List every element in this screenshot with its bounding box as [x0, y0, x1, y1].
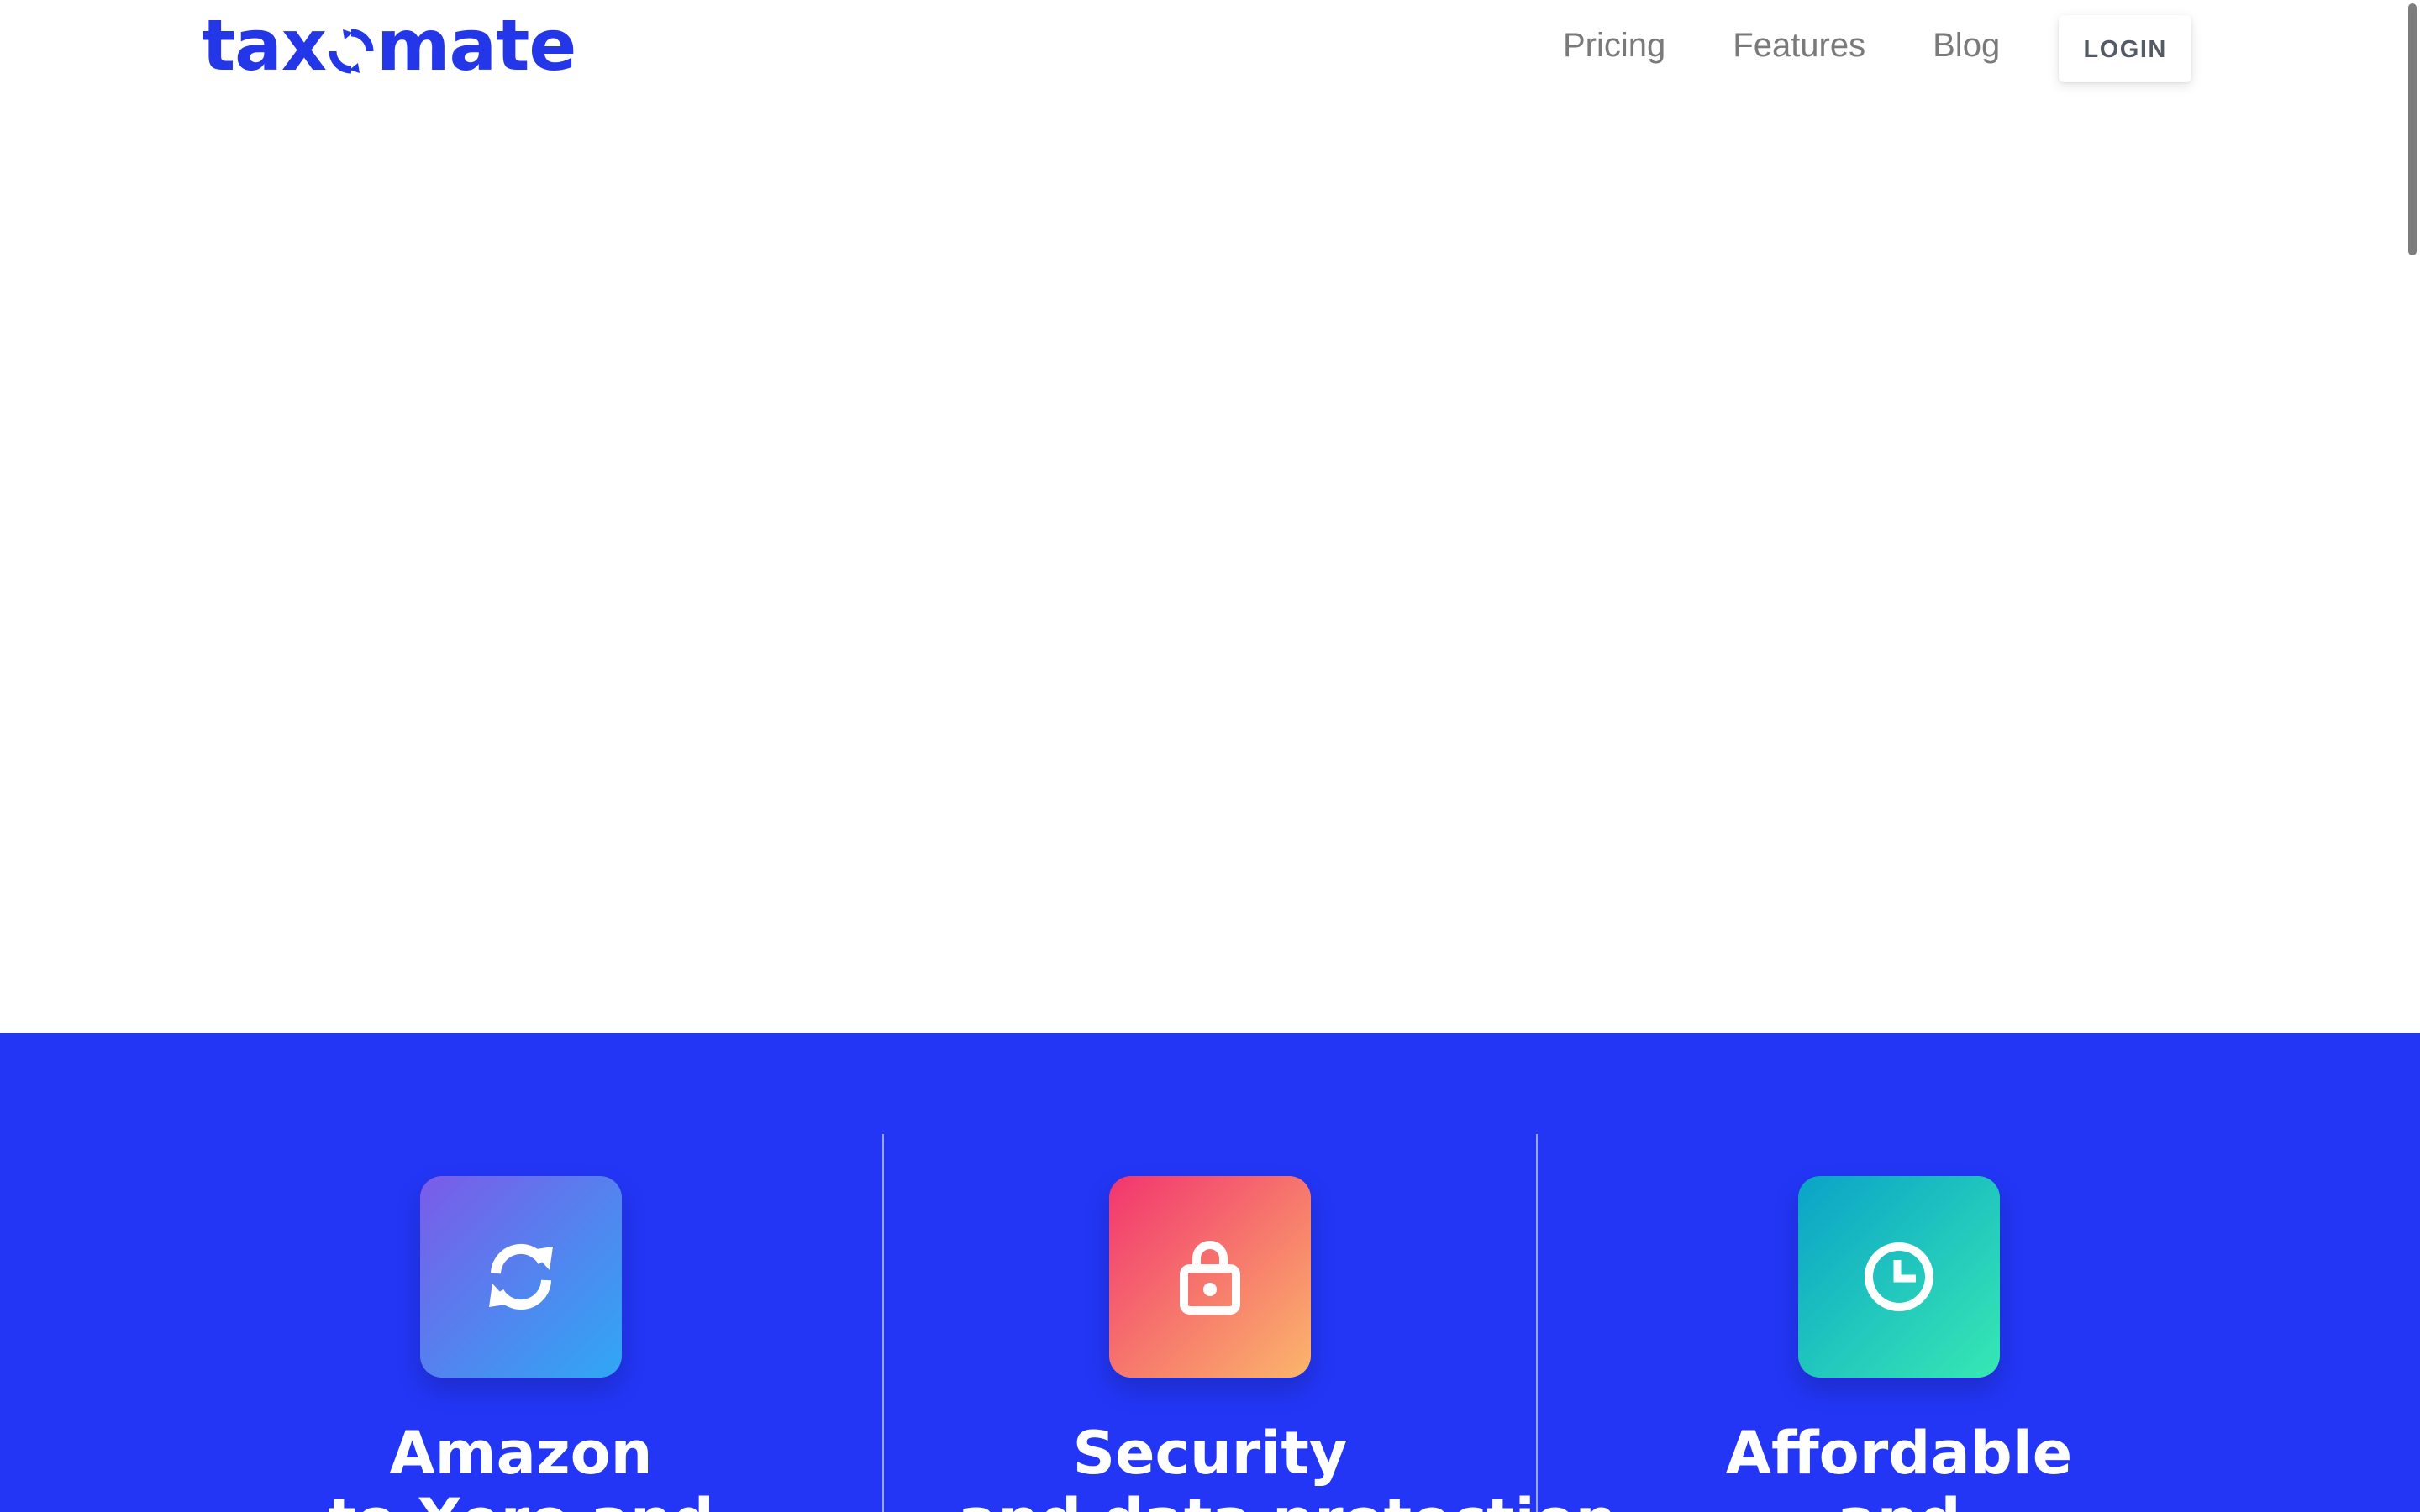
main-nav: Pricing Features Blog LOGIN — [1563, 15, 2192, 82]
feature-title: Security — [1072, 1419, 1348, 1488]
logo-text-start: tax — [202, 4, 327, 87]
taxomate-logo[interactable]: tax mate — [202, 5, 576, 86]
feature-subtitle: and — [1647, 1487, 2151, 1512]
feature-divider — [1536, 1134, 1538, 1512]
feature-card-security: Security and data protection — [958, 1176, 1618, 1512]
site-header: tax mate Pricing Features Blog LOGIN — [0, 0, 2420, 101]
lock-icon — [1109, 1176, 1311, 1378]
feature-subtitle: to Xero and — [269, 1487, 773, 1512]
feature-title: Amazon — [389, 1419, 653, 1488]
logo-text-end: mate — [376, 4, 576, 87]
feature-subtitle: and data protection — [958, 1487, 1618, 1512]
logo-circular-arrows-icon — [328, 10, 375, 74]
nav-link-pricing[interactable]: Pricing — [1563, 18, 1665, 72]
feature-title: Affordable — [1725, 1419, 2073, 1488]
page: tax mate Pricing Features Blog LOGIN Ama… — [0, 0, 2420, 1512]
feature-card-affordable: Affordable and — [1647, 1176, 2151, 1512]
nav-link-blog[interactable]: Blog — [1933, 18, 2000, 72]
sync-icon — [420, 1176, 622, 1378]
nav-link-features[interactable]: Features — [1733, 18, 1865, 72]
features-section: Amazon to Xero and Security and data pro… — [0, 1033, 2420, 1512]
feature-card-amazon: Amazon to Xero and — [269, 1176, 773, 1512]
scrollbar-thumb[interactable] — [2408, 3, 2417, 255]
login-button[interactable]: LOGIN — [2059, 15, 2192, 82]
clock-icon — [1798, 1176, 2000, 1378]
feature-divider — [882, 1134, 884, 1512]
